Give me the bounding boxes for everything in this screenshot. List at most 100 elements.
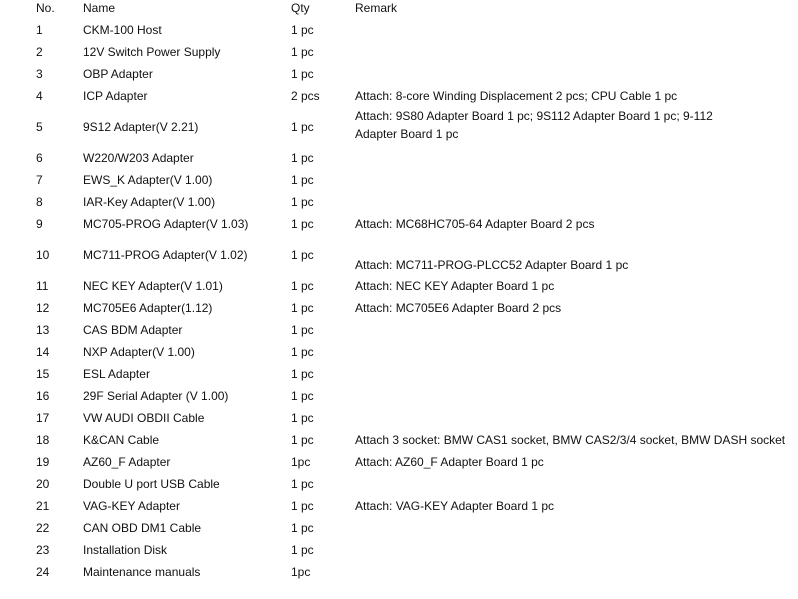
table-row: 11 NEC KEY Adapter(V 1.01) 1 pc Attach: NEC… <box>0 279 798 293</box>
cell-name: MC705-PROG Adapter(V 1.03) <box>83 217 249 231</box>
table-row: 16 29F Serial Adapter (V 1.00) 1 pc <box>0 389 798 403</box>
cell-remark: Attach: VAG-KEY Adapter Board 1 pc <box>355 499 555 513</box>
cell-remark: Attach: MC711-PROG-PLCC52 Adapter Board … <box>355 258 629 272</box>
cell-name: IAR-Key Adapter(V 1.00) <box>83 195 216 209</box>
table-header: No. Name Qty Remark <box>0 1 798 15</box>
cell-no: 10 <box>36 248 50 262</box>
cell-name: CAS BDM Adapter <box>83 323 183 337</box>
table-row: 2 12V Switch Power Supply 1 pc <box>0 45 798 59</box>
table-row: 14 NXP Adapter(V 1.00) 1 pc <box>0 345 798 359</box>
cell-no: 12 <box>36 301 50 315</box>
table-row: 21 VAG-KEY Adapter 1 pc Attach: VAG-KEY Ada… <box>0 499 798 513</box>
cell-qty: 1pc <box>291 455 311 469</box>
cell-qty: 1 pc <box>291 477 314 491</box>
header-qty: Qty <box>291 1 310 15</box>
cell-remark: Attach: NEC KEY Adapter Board 1 pc <box>355 279 555 293</box>
cell-name: OBP Adapter <box>83 67 153 81</box>
cell-name: ICP Adapter <box>83 89 148 103</box>
cell-no: 6 <box>36 151 43 165</box>
table-row: 22 CAN OBD DM1 Cable 1 pc <box>0 521 798 535</box>
table-row: 5 9S12 Adapter(V 2.21) 1 pc Attach: 9S80 Ad… <box>0 109 798 141</box>
cell-no: 8 <box>36 195 43 209</box>
cell-name: 9S12 Adapter(V 2.21) <box>83 120 199 134</box>
cell-qty: 1 pc <box>291 301 314 315</box>
cell-remark: Attach: MC68HC705-64 Adapter Board 2 pcs <box>355 217 595 231</box>
cell-qty: 1 pc <box>291 389 314 403</box>
cell-name: NEC KEY Adapter(V 1.01) <box>83 279 223 293</box>
table-row: 23 Installation Disk 1 pc <box>0 543 798 557</box>
cell-qty: 1 pc <box>291 195 314 209</box>
cell-name: MC705E6 Adapter(1.12) <box>83 301 213 315</box>
cell-qty: 1 pc <box>291 173 314 187</box>
table-row: 20 Double U port USB Cable 1 pc <box>0 477 798 491</box>
header-name: Name <box>83 1 116 15</box>
cell-name: 12V Switch Power Supply <box>83 45 221 59</box>
table-row: 9 MC705-PROG Adapter(V 1.03) 1 pc Attach: M… <box>0 217 798 231</box>
cell-remark: Attach: 8-core Winding Displacement 2 pc… <box>355 89 678 103</box>
header-remark: Remark <box>355 1 398 15</box>
cell-name: Maintenance manuals <box>83 565 201 579</box>
header-no: No. <box>36 1 55 15</box>
table-row: 12 MC705E6 Adapter(1.12) 1 pc Attach: MC705… <box>0 301 798 315</box>
table-row: 4 ICP Adapter 2 pcs Attach: 8-core Winding … <box>0 89 798 103</box>
cell-no: 15 <box>36 367 50 381</box>
cell-no: 11 <box>36 279 49 293</box>
cell-qty: 1 pc <box>291 433 314 447</box>
cell-remark: Attach: MC705E6 Adapter Board 2 pcs <box>355 301 562 315</box>
cell-remark: Attach: 9S80 Adapter Board 1 pc; 9S112 A… <box>355 109 713 141</box>
cell-qty: 1 pc <box>291 279 314 293</box>
cell-no: 4 <box>36 89 43 103</box>
cell-no: 19 <box>36 455 50 469</box>
table-row: 7 EWS_K Adapter(V 1.00) 1 pc <box>0 173 798 187</box>
cell-qty: 1 pc <box>291 543 314 557</box>
table-row: 1 CKM-100 Host 1 pc <box>0 23 798 37</box>
table-row: 17 VW AUDI OBDII Cable 1 pc <box>0 411 798 425</box>
cell-qty: 1 pc <box>291 499 314 513</box>
table-row: 8 IAR-Key Adapter(V 1.00) 1 pc <box>0 195 798 209</box>
cell-name: CAN OBD DM1 Cable <box>83 521 202 535</box>
cell-no: 17 <box>36 411 50 425</box>
cell-name: EWS_K Adapter(V 1.00) <box>83 173 213 187</box>
cell-no: 16 <box>36 389 50 403</box>
cell-no: 14 <box>36 345 50 359</box>
cell-no: 7 <box>36 173 43 187</box>
cell-remark: Attach: AZ60_F Adapter Board 1 pc <box>355 455 544 469</box>
cell-qty: 1 pc <box>291 45 314 59</box>
table-row: 19 AZ60_F Adapter 1pc Attach: AZ60_F Adapte… <box>0 455 798 469</box>
cell-name: Double U port USB Cable <box>83 477 220 491</box>
cell-name: Installation Disk <box>83 543 168 557</box>
cell-name: W220/W203 Adapter <box>83 151 194 165</box>
cell-qty: 1 pc <box>291 521 314 535</box>
cell-qty: 1 pc <box>291 248 314 262</box>
cell-name: VW AUDI OBDII Cable <box>83 411 205 425</box>
cell-no: 3 <box>36 67 43 81</box>
cell-name: K&CAN Cable <box>83 433 160 447</box>
cell-qty: 2 pcs <box>291 89 320 103</box>
table-row: 13 CAS BDM Adapter 1 pc <box>0 323 798 337</box>
cell-name: AZ60_F Adapter <box>83 455 171 469</box>
cell-no: 18 <box>36 433 50 447</box>
cell-no: 2 <box>36 45 43 59</box>
cell-name: MC711-PROG Adapter(V 1.02) <box>83 248 248 262</box>
table-row: 24 Maintenance manuals 1pc <box>0 565 798 579</box>
cell-qty: 1 pc <box>291 120 314 134</box>
table-row: 3 OBP Adapter 1 pc <box>0 67 798 81</box>
cell-no: 9 <box>36 217 43 231</box>
cell-name: ESL Adapter <box>83 367 150 381</box>
cell-qty: 1 pc <box>291 367 314 381</box>
cell-no: 5 <box>36 120 43 134</box>
cell-no: 20 <box>36 477 50 491</box>
table-row: 6 W220/W203 Adapter 1 pc <box>0 151 798 165</box>
cell-no: 22 <box>36 521 50 535</box>
table-row: 18 K&CAN Cable 1 pc Attach 3 socket: BMW CA… <box>0 433 798 447</box>
cell-no: 23 <box>36 543 50 557</box>
cell-name: VAG-KEY Adapter <box>83 499 180 513</box>
cell-qty: 1 pc <box>291 323 314 337</box>
cell-name: CKM-100 Host <box>83 23 162 37</box>
table-row: 10 MC711-PROG Adapter(V 1.02) 1 pc Attach: … <box>0 248 798 272</box>
cell-qty: 1pc <box>291 565 311 579</box>
cell-qty: 1 pc <box>291 217 314 231</box>
cell-remark: Attach 3 socket: BMW CAS1 socket, BMW CA… <box>355 433 786 447</box>
cell-qty: 1 pc <box>291 411 314 425</box>
cell-no: 24 <box>36 565 50 579</box>
